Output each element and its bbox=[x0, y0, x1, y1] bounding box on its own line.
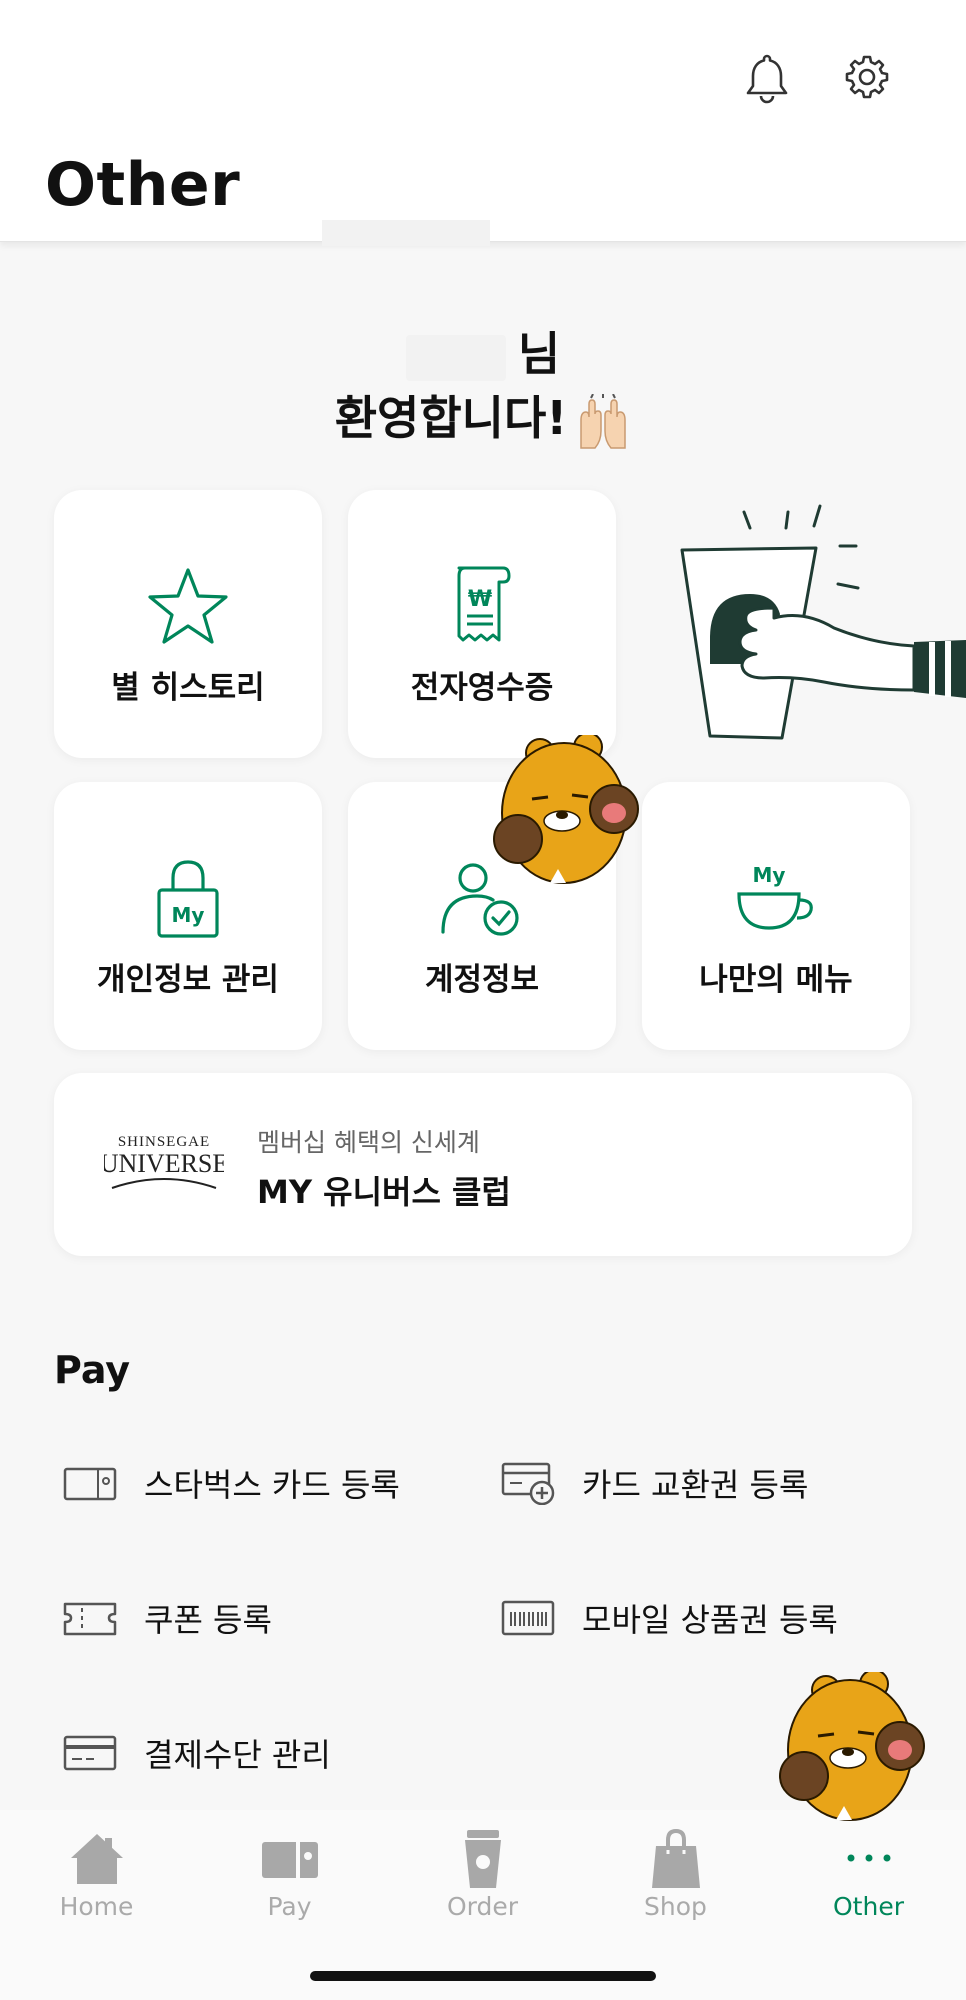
svg-text:UNIVERSE: UNIVERSE bbox=[104, 1149, 224, 1178]
gear-icon[interactable] bbox=[842, 52, 892, 102]
tile-label: 전자영수증 bbox=[410, 670, 554, 706]
pay-item-mobile-gift[interactable]: 모바일 상품권 등록 bbox=[500, 1588, 838, 1648]
tab-label: Home bbox=[59, 1892, 134, 1921]
tab-label: Order bbox=[446, 1892, 519, 1921]
home-indicator bbox=[310, 1971, 656, 1981]
bag-icon bbox=[651, 1828, 700, 1888]
raising-hands-icon bbox=[580, 393, 627, 449]
pay-item-label: 모바일 상품권 등록 bbox=[582, 1601, 838, 1639]
pay-item-card-voucher[interactable]: 카드 교환권 등록 bbox=[500, 1453, 808, 1513]
tile-label: 계정정보 bbox=[424, 962, 540, 998]
welcome-line-2: 환영합니다! bbox=[0, 386, 966, 450]
card-plus-icon bbox=[501, 1462, 555, 1505]
tab-label: Pay bbox=[267, 1892, 312, 1921]
card-icon bbox=[63, 1467, 117, 1501]
wallet-icon bbox=[261, 1842, 318, 1878]
hand-holding-cup-illustration bbox=[680, 504, 966, 740]
tile-label: 나만의 메뉴 bbox=[699, 962, 853, 998]
pay-item-label: 쿠폰 등록 bbox=[144, 1601, 272, 1639]
barcode-icon bbox=[501, 1600, 555, 1636]
receipt-icon: ₩ bbox=[457, 566, 511, 642]
credit-card-icon bbox=[63, 1735, 117, 1771]
pay-item-starbucks-card[interactable]: 스타벅스 카드 등록 bbox=[62, 1453, 400, 1513]
top-header: Other bbox=[0, 0, 966, 246]
pay-item-payment-method[interactable]: 결제수단 관리 bbox=[62, 1723, 331, 1783]
welcome-line-1: 님 bbox=[0, 322, 966, 386]
tile-personal-info[interactable]: My 개인정보 관리 bbox=[54, 782, 322, 1050]
tab-label: Shop bbox=[644, 1892, 707, 1921]
tile-label: 개인정보 관리 bbox=[97, 962, 279, 998]
my-cup-icon: My bbox=[737, 863, 813, 930]
ryan-floating-button[interactable] bbox=[776, 1672, 956, 1822]
username-blur bbox=[405, 334, 506, 381]
home-icon bbox=[70, 1834, 123, 1884]
pay-item-label: 카드 교환권 등록 bbox=[582, 1466, 809, 1504]
welcome-suffix: 님 bbox=[517, 327, 561, 381]
pay-item-coupon[interactable]: 쿠폰 등록 bbox=[62, 1588, 272, 1648]
cup-icon bbox=[464, 1830, 501, 1888]
svg-text:SHINSEGAE: SHINSEGAE bbox=[118, 1134, 210, 1150]
shinsegae-universe-logo: SHINSEGAE UNIVERSE bbox=[104, 1134, 224, 1189]
bell-icon[interactable] bbox=[743, 52, 791, 104]
universe-subtitle: 멤버십 혜택의 신세계 bbox=[257, 1128, 480, 1157]
welcome-text: 환영합니다! bbox=[334, 391, 568, 445]
lock-my-icon: My bbox=[157, 860, 219, 938]
star-icon bbox=[148, 568, 228, 644]
universe-title: MY 유니버스 클럽 bbox=[257, 1173, 511, 1211]
tab-label: Other bbox=[833, 1892, 904, 1921]
svg-text:₩: ₩ bbox=[468, 587, 492, 612]
more-dots-icon bbox=[847, 1854, 890, 1862]
tile-star-history[interactable]: 별 히스토리 bbox=[54, 490, 322, 758]
pay-section-heading: Pay bbox=[54, 1348, 131, 1392]
tile-my-menu[interactable]: My 나만의 메뉴 bbox=[642, 782, 910, 1050]
coupon-icon bbox=[63, 1602, 117, 1636]
pay-item-label: 결제수단 관리 bbox=[144, 1736, 331, 1774]
universe-club-card[interactable]: SHINSEGAE UNIVERSE 멤버십 혜택의 신세계 MY 유니버스 클… bbox=[54, 1073, 912, 1256]
page-title: Other bbox=[45, 150, 241, 220]
svg-text:My: My bbox=[172, 903, 205, 927]
svg-text:My: My bbox=[753, 863, 786, 887]
welcome-message: 님 환영합니다! bbox=[0, 322, 966, 450]
header-placeholder bbox=[322, 220, 490, 246]
pay-item-label: 스타벅스 카드 등록 bbox=[144, 1466, 400, 1504]
tile-label: 별 히스토리 bbox=[111, 670, 265, 706]
ryan-character-sticker bbox=[493, 735, 639, 884]
tile-e-receipt[interactable]: ₩ 전자영수증 bbox=[348, 490, 616, 758]
